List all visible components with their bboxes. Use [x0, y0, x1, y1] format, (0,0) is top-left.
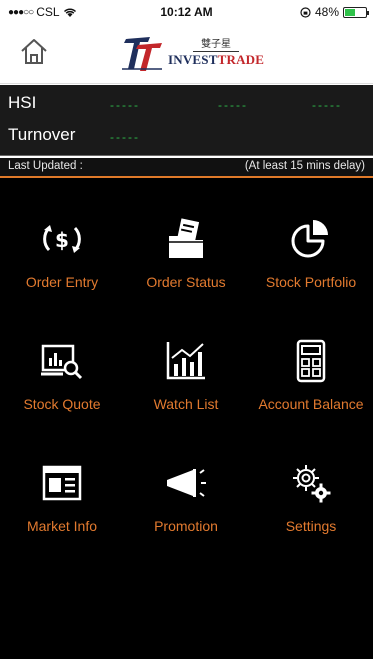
turnover-label: Turnover: [8, 125, 76, 144]
last-updated-label: Last Updated :: [8, 160, 83, 172]
gears-icon: [293, 465, 331, 503]
battery-percent: 48%: [314, 5, 339, 19]
menu-label: Watch List: [153, 396, 219, 412]
menu-order-entry[interactable]: $ Order Entry: [0, 206, 124, 316]
menu-account-balance[interactable]: Account Balance: [249, 328, 373, 438]
menu-label: Stock Quote: [23, 396, 101, 412]
folder-documents-icon: [169, 218, 203, 258]
pie-chart-icon: [291, 220, 328, 258]
battery-info: 48%: [300, 5, 369, 19]
menu-watch-list[interactable]: Watch List: [124, 328, 248, 438]
menu-promotion[interactable]: Promotion: [124, 450, 248, 560]
market-ticker: HSI ----- ----- ----- Turnover -----: [0, 85, 373, 155]
menu-settings[interactable]: Settings: [249, 450, 373, 560]
main-menu: $ Order Entry Order Status Stock Portfol…: [0, 178, 373, 659]
app-logo: 雙子星 INVESTTRADE: [120, 32, 270, 74]
hsi-label: HSI: [8, 93, 37, 112]
hsi-change: -----: [218, 98, 248, 112]
menu-label: Order Status: [146, 274, 226, 290]
status-bar: ●●●○○ CSL 10:12 AM 48%: [0, 0, 373, 22]
newspaper-icon: [42, 465, 82, 501]
menu-label: Account Balance: [258, 396, 364, 412]
megaphone-icon: [167, 469, 206, 497]
turnover-value: -----: [110, 130, 140, 144]
logo-chinese-text: 雙子星: [193, 38, 240, 52]
currency-exchange-icon: $: [43, 225, 81, 253]
menu-stock-portfolio[interactable]: Stock Portfolio: [249, 206, 373, 316]
logo-english-text: INVESTTRADE: [168, 52, 265, 67]
logo-mark-icon: [122, 37, 162, 71]
menu-label: Order Entry: [25, 274, 99, 290]
chart-magnifier-icon: [41, 344, 83, 380]
bar-line-chart-icon: [166, 342, 205, 380]
menu-label: Promotion: [154, 518, 218, 534]
hsi-row: HSI: [8, 91, 36, 115]
menu-stock-quote[interactable]: Stock Quote: [0, 328, 124, 438]
menu-label: Stock Portfolio: [265, 274, 357, 290]
menu-market-info[interactable]: Market Info: [0, 450, 124, 560]
last-updated-bar: Last Updated : (At least 15 mins delay): [0, 158, 373, 176]
battery-icon: [343, 6, 369, 18]
calculator-icon: [296, 339, 326, 383]
divider: [0, 155, 373, 156]
delay-note: (At least 15 mins delay): [244, 160, 365, 172]
menu-label: Market Info: [26, 518, 98, 534]
hsi-percent: -----: [312, 98, 342, 112]
app-header: 雙子星 INVESTTRADE: [0, 22, 373, 84]
svg-text:$: $: [55, 228, 69, 252]
home-icon[interactable]: [18, 36, 50, 68]
turnover-row: Turnover: [8, 123, 75, 147]
hsi-value: -----: [110, 98, 140, 112]
menu-label: Settings: [285, 518, 337, 534]
menu-order-status[interactable]: Order Status: [124, 206, 248, 316]
rotation-lock-icon: [300, 6, 311, 18]
